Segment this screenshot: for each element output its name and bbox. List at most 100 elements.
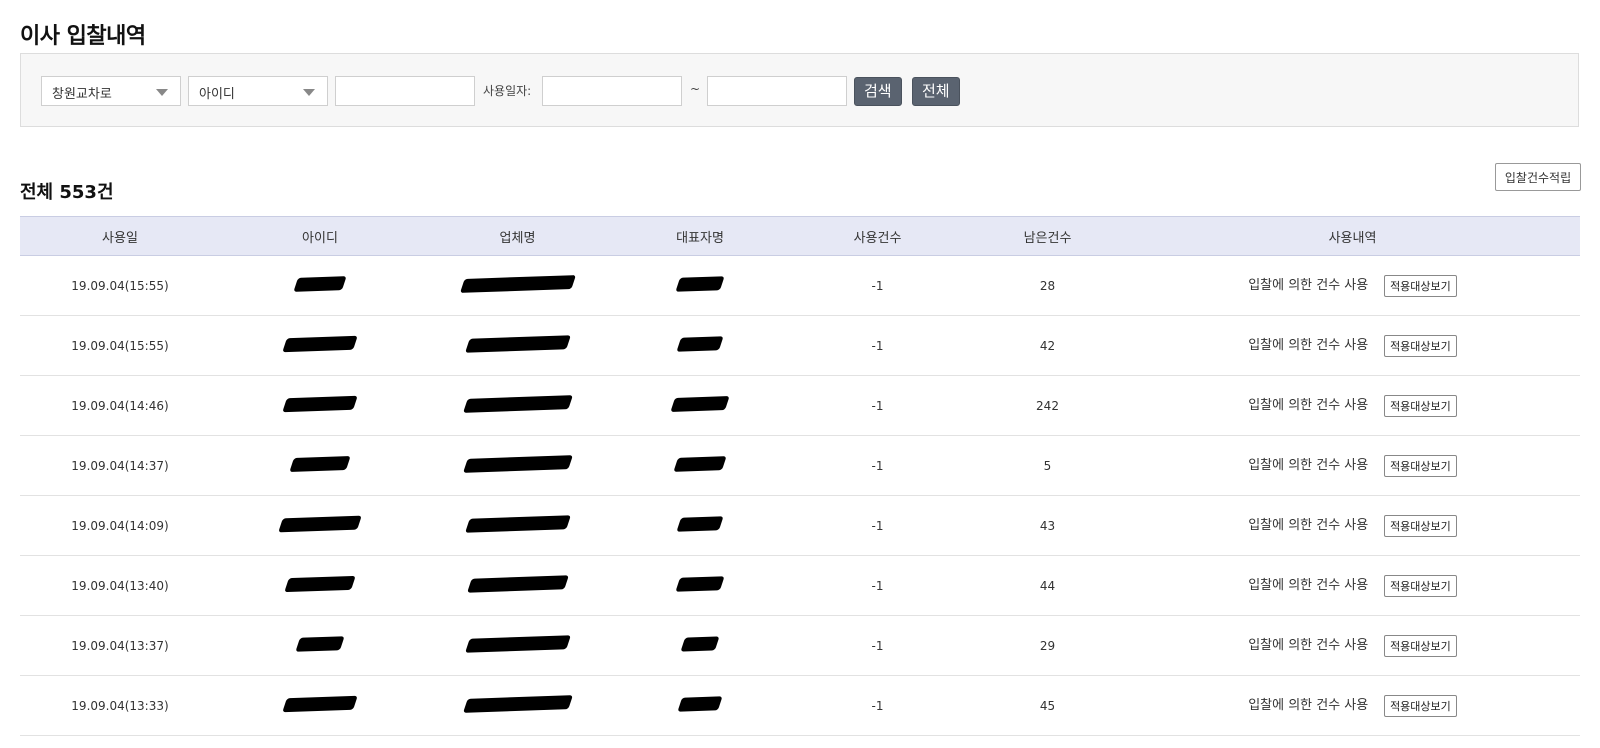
cell-usage-history: 입찰에 의한 건수 사용 적용대상보기: [1125, 435, 1580, 496]
cell-company-redacted: [420, 375, 615, 436]
usage-history-text: 입찰에 의한 건수 사용: [1248, 578, 1369, 594]
search-panel: 창원교차로 아이디 사용일자: ~ 검색 전체: [20, 53, 1579, 127]
view-target-button[interactable]: 적용대상보기: [1384, 574, 1457, 597]
cell-representative-redacted: [615, 615, 785, 676]
show-all-button[interactable]: 전체: [912, 77, 960, 106]
usage-history-text: 입찰에 의한 건수 사용: [1248, 338, 1369, 354]
view-target-button[interactable]: 적용대상보기: [1384, 694, 1457, 717]
search-field-select[interactable]: 아이디: [188, 76, 328, 106]
cell-company-redacted: [420, 675, 615, 736]
region-select[interactable]: 창원교차로: [41, 76, 181, 106]
view-target-button[interactable]: 적용대상보기: [1384, 334, 1457, 357]
cell-used-count: -1: [785, 375, 970, 436]
cell-used-count: -1: [785, 435, 970, 496]
cell-used-count: -1: [785, 315, 970, 376]
cell-usage-history: 입찰에 의한 건수 사용 적용대상보기: [1125, 615, 1580, 676]
column-header-used-count: 사용건수: [785, 216, 970, 256]
cell-company-redacted: [420, 615, 615, 676]
table-row: 19.09.04(15:55) -1 42 입찰에 의한 건수 사용 적용대상보…: [20, 315, 1580, 376]
cell-company-redacted: [420, 315, 615, 376]
cell-id-redacted: [220, 615, 420, 676]
usage-history-text: 입찰에 의한 건수 사용: [1248, 398, 1369, 414]
cell-usage-history: 입찰에 의한 건수 사용 적용대상보기: [1125, 255, 1580, 316]
cell-remaining-count: 242: [970, 375, 1125, 436]
view-target-button[interactable]: 적용대상보기: [1384, 274, 1457, 297]
date-from-input[interactable]: [542, 76, 682, 106]
cell-used-count: -1: [785, 615, 970, 676]
cell-remaining-count: 45: [970, 675, 1125, 736]
table-row: 19.09.04(14:46) -1 242 입찰에 의한 건수 사용 적용대상…: [20, 375, 1580, 436]
keyword-input[interactable]: [335, 76, 475, 106]
cell-remaining-count: 44: [970, 555, 1125, 616]
cell-date: 19.09.04(13:40): [20, 555, 220, 616]
table-row: 19.09.04(13:40) -1 44 입찰에 의한 건수 사용 적용대상보…: [20, 555, 1580, 616]
cell-company-redacted: [420, 555, 615, 616]
cell-representative-redacted: [615, 315, 785, 376]
cell-id-redacted: [220, 555, 420, 616]
cell-usage-history: 입찰에 의한 건수 사용 적용대상보기: [1125, 675, 1580, 736]
chevron-down-icon: [156, 89, 168, 96]
cell-id-redacted: [220, 495, 420, 556]
usage-history-text: 입찰에 의한 건수 사용: [1248, 698, 1369, 714]
cell-id-redacted: [220, 435, 420, 496]
search-field-value: 아이디: [199, 87, 235, 102]
cell-date: 19.09.04(14:09): [20, 495, 220, 556]
cell-usage-history: 입찰에 의한 건수 사용 적용대상보기: [1125, 495, 1580, 556]
page-title: 이사 입찰내역: [20, 24, 146, 49]
table-header-row: 사용일 아이디 업체명 대표자명 사용건수 남은건수 사용내역: [20, 216, 1580, 256]
cell-date: 19.09.04(15:55): [20, 255, 220, 316]
table-row: 19.09.04(14:09) -1 43 입찰에 의한 건수 사용 적용대상보…: [20, 495, 1580, 556]
view-target-button[interactable]: 적용대상보기: [1384, 394, 1457, 417]
column-header-id: 아이디: [220, 216, 420, 256]
cell-usage-history: 입찰에 의한 건수 사용 적용대상보기: [1125, 375, 1580, 436]
cell-id-redacted: [220, 375, 420, 436]
table-row: 19.09.04(13:37) -1 29 입찰에 의한 건수 사용 적용대상보…: [20, 615, 1580, 676]
cell-representative-redacted: [615, 675, 785, 736]
total-count: 전체 553건: [20, 182, 114, 203]
cell-used-count: -1: [785, 495, 970, 556]
usage-history-text: 입찰에 의한 건수 사용: [1248, 518, 1369, 534]
view-target-button[interactable]: 적용대상보기: [1384, 514, 1457, 537]
usage-history-text: 입찰에 의한 건수 사용: [1248, 458, 1369, 474]
cell-company-redacted: [420, 255, 615, 316]
cell-remaining-count: 42: [970, 315, 1125, 376]
cell-remaining-count: 28: [970, 255, 1125, 316]
chevron-down-icon: [303, 89, 315, 96]
usage-history-text: 입찰에 의한 건수 사용: [1248, 638, 1369, 654]
cell-remaining-count: 43: [970, 495, 1125, 556]
cell-representative-redacted: [615, 495, 785, 556]
date-to-input[interactable]: [707, 76, 847, 106]
table-row: 19.09.04(14:37) -1 5 입찰에 의한 건수 사용 적용대상보기: [20, 435, 1580, 496]
cell-representative-redacted: [615, 255, 785, 316]
table-row: 19.09.04(13:33) -1 45 입찰에 의한 건수 사용 적용대상보…: [20, 675, 1580, 736]
cell-used-count: -1: [785, 675, 970, 736]
date-separator: ~: [690, 82, 701, 96]
cell-date: 19.09.04(13:33): [20, 675, 220, 736]
view-target-button[interactable]: 적용대상보기: [1384, 454, 1457, 477]
accumulate-bid-count-button[interactable]: 입찰건수적립: [1495, 163, 1581, 191]
cell-usage-history: 입찰에 의한 건수 사용 적용대상보기: [1125, 315, 1580, 376]
search-button[interactable]: 검색: [854, 77, 902, 106]
table-row: 19.09.04(15:55) -1 28 입찰에 의한 건수 사용 적용대상보…: [20, 255, 1580, 316]
cell-id-redacted: [220, 315, 420, 376]
region-select-value: 창원교차로: [52, 87, 112, 102]
column-header-date: 사용일: [20, 216, 220, 256]
column-header-remaining-count: 남은건수: [970, 216, 1125, 256]
column-header-usage-history: 사용내역: [1125, 216, 1580, 256]
column-header-representative: 대표자명: [615, 216, 785, 256]
cell-used-count: -1: [785, 255, 970, 316]
cell-date: 19.09.04(13:37): [20, 615, 220, 676]
cell-date: 19.09.04(14:37): [20, 435, 220, 496]
view-target-button[interactable]: 적용대상보기: [1384, 634, 1457, 657]
cell-remaining-count: 29: [970, 615, 1125, 676]
cell-used-count: -1: [785, 555, 970, 616]
cell-date: 19.09.04(14:46): [20, 375, 220, 436]
date-label: 사용일자:: [483, 84, 532, 98]
cell-representative-redacted: [615, 375, 785, 436]
cell-id-redacted: [220, 675, 420, 736]
column-header-company: 업체명: [420, 216, 615, 256]
cell-remaining-count: 5: [970, 435, 1125, 496]
cell-id-redacted: [220, 255, 420, 316]
cell-representative-redacted: [615, 555, 785, 616]
cell-usage-history: 입찰에 의한 건수 사용 적용대상보기: [1125, 555, 1580, 616]
